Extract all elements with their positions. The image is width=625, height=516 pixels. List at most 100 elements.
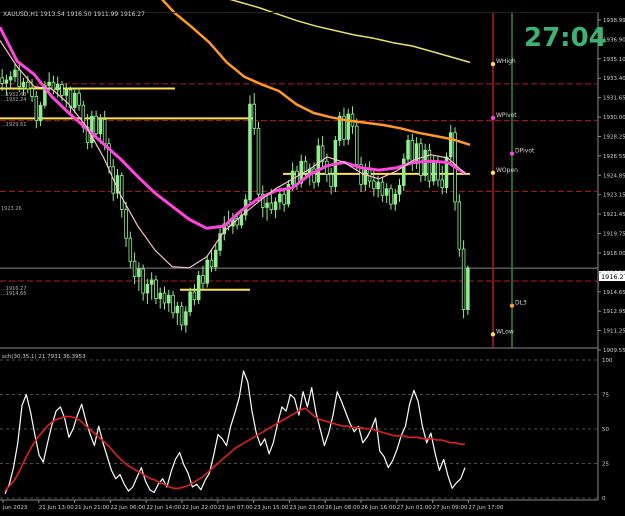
candle-body	[124, 209, 128, 239]
candle-body	[38, 104, 43, 122]
candle-body	[372, 180, 376, 190]
candle-body	[282, 193, 286, 205]
time-tick-label: 22 Jun 06:00	[110, 505, 145, 511]
candle-body	[94, 115, 98, 135]
candle-body	[205, 259, 209, 284]
candle-body	[175, 305, 180, 314]
candle-body	[397, 185, 402, 195]
candle-body	[0, 77, 4, 84]
candle-body	[154, 279, 158, 299]
time-tick-label: 27 Jun 09:00	[433, 505, 468, 511]
candle-body	[252, 103, 256, 129]
candle-body	[402, 158, 406, 186]
candle-body	[256, 127, 261, 195]
candle-body	[214, 249, 218, 268]
candle-body	[414, 143, 419, 164]
left-level-label: ...1929.61	[1, 122, 26, 128]
candle-body	[21, 81, 26, 87]
oscillator-level-label: 25	[602, 462, 609, 468]
candle-body	[436, 160, 440, 181]
time-tick-label: 23 Jun 07:00	[218, 505, 253, 511]
price-tick-label: 1914.65	[603, 290, 625, 296]
candle-body	[73, 92, 77, 108]
candle-body	[196, 275, 201, 301]
price-tick-label: 1909.55	[603, 348, 625, 354]
left-level-label: 1923.26	[1, 206, 22, 212]
candle-body	[64, 89, 68, 96]
time-tick-label: 21 Jun 21:00	[75, 505, 110, 511]
time-tick-label: 27 Jun 17:00	[468, 505, 503, 511]
time-tick-label: Jun 2023	[2, 505, 28, 511]
candle-body	[466, 267, 470, 310]
bar-countdown-timer: 27:04	[524, 23, 607, 53]
candle-body	[102, 119, 107, 145]
price-tick-label: 1928.25	[603, 134, 625, 140]
candle-body	[4, 79, 9, 84]
pivot-label: WLow	[496, 328, 514, 335]
time-tick-label: 26 Jun 16:00	[361, 505, 396, 511]
price-tick-label: 1911.25	[603, 329, 625, 335]
candle-body	[34, 96, 39, 122]
candle-body	[47, 81, 51, 86]
candle-body	[380, 181, 385, 196]
price-tick-label: 1919.75	[603, 232, 625, 238]
candle-body	[389, 188, 393, 205]
candle-body	[201, 275, 205, 284]
pivot-label: WPivot	[496, 112, 517, 119]
candle-body	[457, 201, 462, 250]
pivot-label: WOpen	[496, 167, 518, 174]
candle-body	[30, 88, 34, 97]
chart-window: WHighWPivotDPivotWOpenDL3WLow 1916.27 19…	[0, 0, 625, 512]
oscillator-label: sch(30,35,1) 21.7931 36.3953	[2, 354, 86, 360]
candle-body	[376, 181, 380, 190]
candle-body	[149, 279, 154, 285]
candle-body	[60, 83, 64, 96]
price-tick-label: 1926.55	[603, 154, 625, 160]
candle-body	[158, 292, 162, 299]
price-tick-label: 1930.00	[603, 115, 625, 121]
candle-body	[55, 83, 60, 91]
candle-body	[141, 268, 145, 294]
pivot-dot	[490, 115, 496, 121]
candle-body	[77, 92, 81, 106]
candle-body	[98, 119, 103, 135]
candle-body	[120, 175, 124, 211]
candle-body	[363, 168, 368, 185]
time-tick-label: 27 Jun 01:00	[397, 505, 432, 511]
candle-body	[184, 311, 188, 326]
time-tick-label: 22 Jun 22:00	[182, 505, 217, 511]
price-tick-label: 1933.40	[603, 76, 625, 82]
pivot-label: DL3	[515, 300, 527, 307]
candle-body	[273, 201, 278, 211]
candle-body	[384, 188, 389, 196]
price-tick-label: 1931.65	[603, 96, 625, 102]
chart-background	[0, 0, 625, 512]
candle-body	[440, 179, 444, 189]
candle-body	[269, 202, 274, 211]
price-tick-label: 1935.10	[603, 57, 625, 63]
candle-body	[145, 283, 150, 294]
candle-body	[355, 125, 359, 165]
left-level-label: ...1914.65	[1, 291, 26, 297]
time-tick-label: 23 Jun 23:00	[289, 505, 324, 511]
time-tick-label: 22 Jun 14:00	[146, 505, 181, 511]
price-tick-label: 1924.85	[603, 173, 625, 179]
candle-body	[449, 132, 453, 158]
pivot-dot	[490, 332, 496, 337]
oscillator-level-label: 100	[602, 358, 613, 364]
pivot-dot	[490, 170, 496, 176]
pivot-label: DPivot	[515, 148, 535, 155]
time-tick-label: 21 Jun 13:00	[39, 505, 74, 511]
pivot-label: WHigh	[496, 58, 516, 65]
candle-body	[278, 193, 282, 203]
candle-body	[162, 292, 167, 304]
candle-body	[329, 174, 333, 187]
price-tick-label: 1912.95	[603, 309, 625, 315]
candle-body	[265, 202, 269, 208]
price-tick-label: 1918.00	[603, 251, 625, 257]
candle-body	[132, 260, 137, 278]
pivot-dot	[509, 151, 515, 156]
candle-body	[17, 69, 21, 87]
left-level-label: ...1932.24	[1, 97, 26, 103]
price-tick-label: 1916.30	[603, 270, 625, 276]
